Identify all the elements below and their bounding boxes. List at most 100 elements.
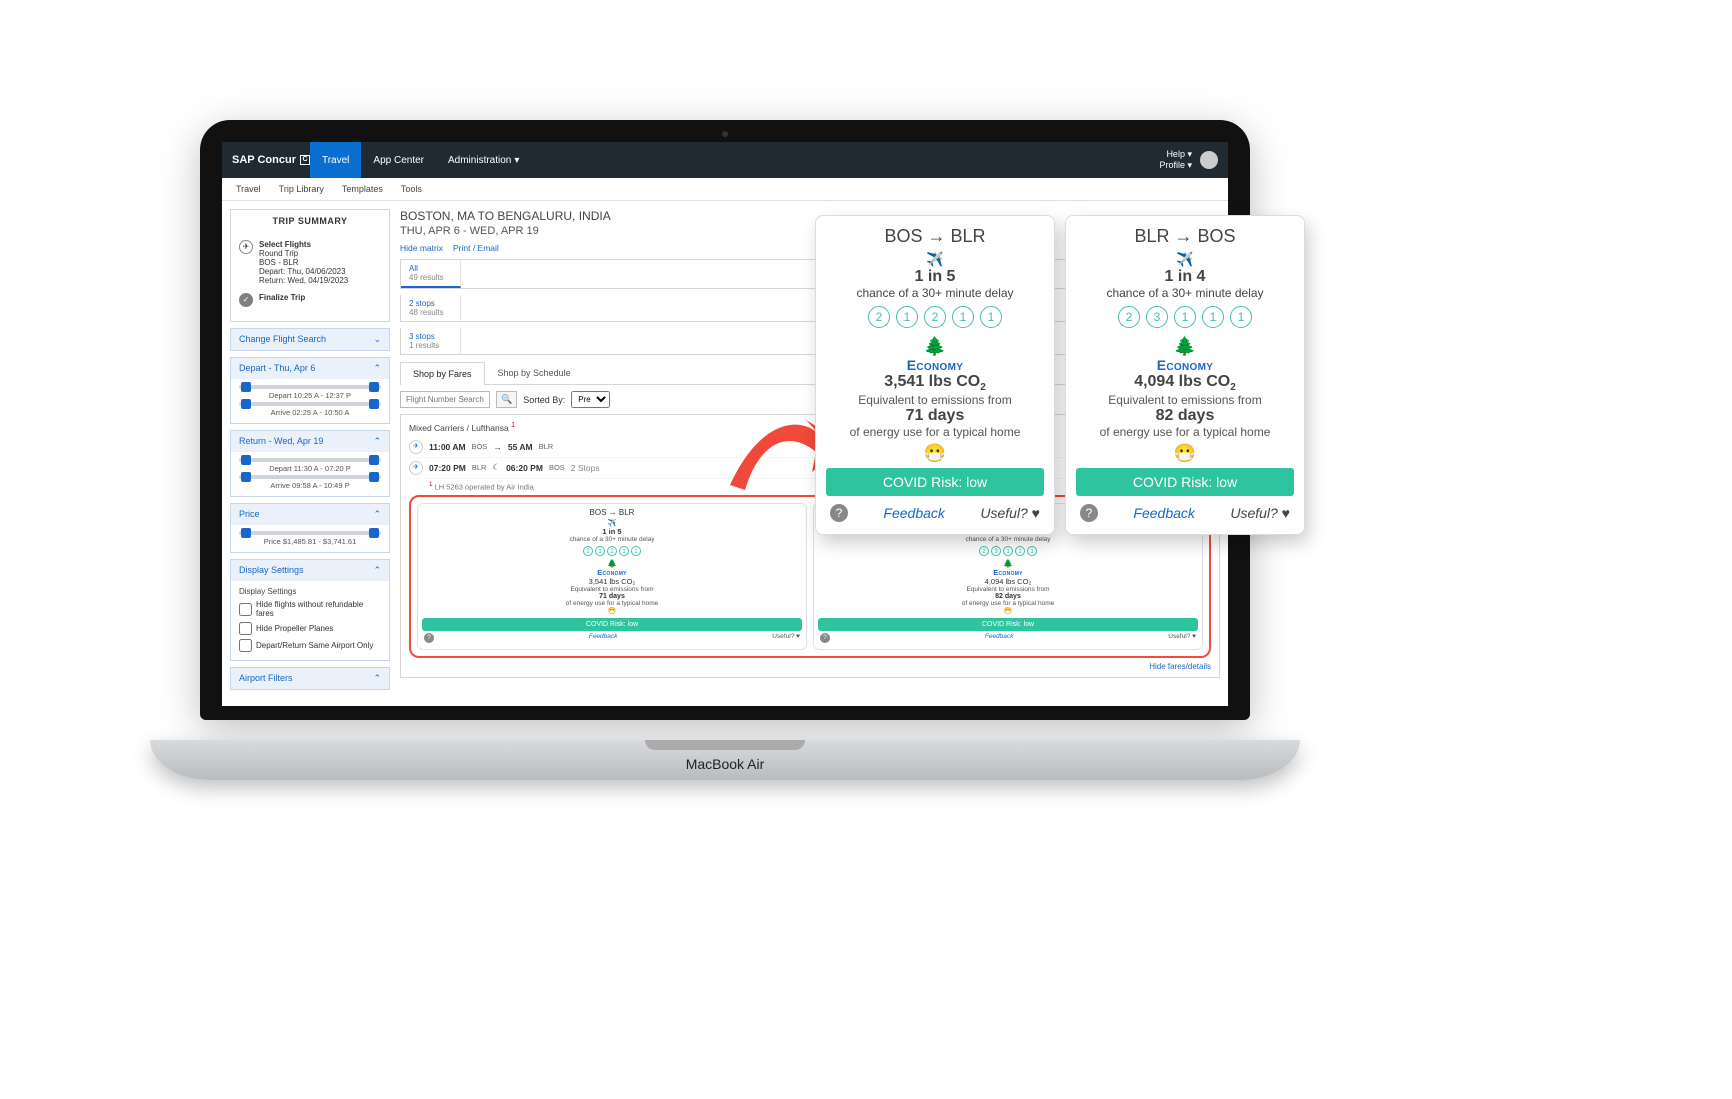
chevron-up-icon: ⌃ xyxy=(373,509,381,520)
sub-nav: Travel Trip Library Templates Tools xyxy=(222,178,1228,201)
laptop-base: MacBook Air xyxy=(150,740,1300,780)
brand-mark-icon: C xyxy=(300,155,310,165)
search-icon[interactable]: 🔍 xyxy=(496,391,517,408)
matrix-3stops[interactable]: 3 stops 1 results xyxy=(401,328,461,354)
mask-emoji-icon: 😷 xyxy=(826,443,1044,464)
tree-icon: 🌲 xyxy=(1076,336,1294,357)
matrix-all[interactable]: All 49 results xyxy=(401,260,461,288)
nav-appcenter[interactable]: App Center xyxy=(361,142,436,178)
price-filter: Price ⌃ Price $1,485.81 - $3,741.61 xyxy=(230,503,390,553)
price-slider[interactable] xyxy=(239,531,381,535)
risk-dots: 2 1 2 1 1 xyxy=(422,546,802,556)
chevron-up-icon: ⌃ xyxy=(373,436,381,447)
tab-shop-fares[interactable]: Shop by Fares xyxy=(400,362,485,385)
nav-travel[interactable]: Travel xyxy=(310,142,361,178)
depart-filter-head[interactable]: Depart - Thu, Apr 6 ⌃ xyxy=(231,358,389,379)
tree-icon: 🌲 xyxy=(422,559,802,568)
display-settings-head[interactable]: Display Settings ⌃ xyxy=(231,560,389,581)
subnav-templates[interactable]: Templates xyxy=(342,184,383,194)
depart-slider-1[interactable] xyxy=(239,385,381,389)
laptop-model-label: MacBook Air xyxy=(686,756,765,772)
subnav-triplib[interactable]: Trip Library xyxy=(279,184,324,194)
help-icon[interactable]: ? xyxy=(424,633,434,643)
return-filter-head[interactable]: Return - Wed, Apr 19 ⌃ xyxy=(231,431,389,452)
callout-card-blr-bos: BLR → BOS ✈️ 1 in 4 chance of a 30+ minu… xyxy=(1065,215,1305,535)
opt-hide-nonrefund[interactable]: Hide flights without refundable fares xyxy=(239,598,381,620)
callout-card-bos-blr: BOS → BLR ✈️ 1 in 5 chance of a 30+ minu… xyxy=(815,215,1055,535)
tab-shop-schedule[interactable]: Shop by Schedule xyxy=(485,361,584,384)
help-icon[interactable]: ? xyxy=(1080,504,1098,522)
depart-slider-2[interactable] xyxy=(239,402,381,406)
header-right: Help ▾ Profile ▾ xyxy=(1159,149,1218,171)
plane-icon: ✈ xyxy=(239,240,253,254)
opt-same-airport[interactable]: Depart/Return Same Airport Only xyxy=(239,637,381,654)
brand-text: SAP Concur xyxy=(232,154,296,166)
covid-badge: COVID Risk: low xyxy=(422,618,802,631)
help-icon[interactable]: ? xyxy=(820,633,830,643)
covid-badge: COVID Risk: low xyxy=(1076,468,1294,496)
subnav-travel[interactable]: Travel xyxy=(236,184,261,194)
chevron-up-icon: ⌃ xyxy=(373,673,381,684)
plane-icon: ✈️ xyxy=(826,251,1044,268)
feedback-link[interactable]: Feedback xyxy=(985,633,1014,643)
laptop-hinge-notch xyxy=(645,740,805,750)
overnight-icon: ☾ xyxy=(492,462,500,473)
left-column: TRIP SUMMARY ✈ Select Flights Round Trip… xyxy=(230,209,390,690)
caret-down-icon: ▾ xyxy=(1187,149,1192,159)
airline-icon: ✈ xyxy=(409,461,423,475)
matrix-2stops[interactable]: 2 stops 48 results xyxy=(401,295,461,321)
chevron-up-icon: ⌃ xyxy=(373,565,381,576)
chevron-down-icon: ⌄ xyxy=(373,334,381,345)
tree-icon: 🌲 xyxy=(826,336,1044,357)
feedback-link[interactable]: Feedback xyxy=(883,505,944,521)
co2-value: 3,541 lbs CO2 xyxy=(826,373,1044,393)
co2-value: 4,094 lbs CO2 xyxy=(1076,373,1294,393)
check-icon: ✓ xyxy=(239,293,253,307)
return-slider-2[interactable] xyxy=(239,475,381,479)
subnav-tools[interactable]: Tools xyxy=(401,184,422,194)
plane-icon: ✈️ xyxy=(1076,251,1294,268)
help-link[interactable]: Help ▾ xyxy=(1159,149,1192,160)
price-filter-head[interactable]: Price ⌃ xyxy=(231,504,389,525)
brand-logo[interactable]: SAP Concur C xyxy=(232,154,310,166)
profile-link[interactable]: Profile ▾ xyxy=(1159,160,1192,171)
step-select-flights: ✈ Select Flights Round Trip BOS - BLR De… xyxy=(239,236,381,289)
step-finalize: ✓ Finalize Trip xyxy=(239,289,381,311)
useful-link[interactable]: Useful? ♥ xyxy=(1168,633,1196,643)
airport-filters[interactable]: Airport Filters ⌃ xyxy=(230,667,390,690)
caret-down-icon: ▾ xyxy=(1187,160,1192,170)
covid-badge: COVID Risk: low xyxy=(818,618,1198,631)
flight-number-search[interactable] xyxy=(400,391,490,408)
change-flight-search[interactable]: Change Flight Search ⌄ xyxy=(230,328,390,351)
sorted-by-label: Sorted By: xyxy=(523,395,565,405)
help-icon[interactable]: ? xyxy=(830,504,848,522)
sort-select[interactable]: Pre xyxy=(571,391,610,408)
trip-summary-title: TRIP SUMMARY xyxy=(231,210,389,232)
feedback-link[interactable]: Feedback xyxy=(589,633,618,643)
laptop-camera xyxy=(722,131,728,137)
chevron-up-icon: ⌃ xyxy=(373,363,381,374)
fare-mini-bos-blr: BOS → BLR ✈️ 1 in 5 chance of a 30+ minu… xyxy=(417,503,807,650)
risk-dots: 2 3 1 1 1 xyxy=(818,546,1198,556)
trip-summary-panel: TRIP SUMMARY ✈ Select Flights Round Trip… xyxy=(230,209,390,322)
return-filter: Return - Wed, Apr 19 ⌃ Depart 11:30 A - … xyxy=(230,430,390,497)
hide-matrix-link[interactable]: Hide matrix xyxy=(400,243,443,253)
useful-link[interactable]: Useful? ♥ xyxy=(980,505,1040,521)
display-settings: Display Settings ⌃ Display Settings Hide… xyxy=(230,559,390,661)
mask-emoji-icon: 😷 xyxy=(1076,443,1294,464)
risk-dots: 2 3 1 1 1 xyxy=(1076,306,1294,328)
caret-down-icon: ▾ xyxy=(514,155,519,166)
tree-icon: 🌲 xyxy=(818,559,1198,568)
opt-hide-propeller[interactable]: Hide Propeller Planes xyxy=(239,620,381,637)
print-email-link[interactable]: Print / Email xyxy=(453,243,499,253)
useful-link[interactable]: Useful? ♥ xyxy=(1230,505,1290,521)
depart-filter: Depart - Thu, Apr 6 ⌃ Depart 10:25 A - 1… xyxy=(230,357,390,424)
avatar[interactable] xyxy=(1200,151,1218,169)
covid-badge: COVID Risk: low xyxy=(826,468,1044,496)
airline-icon: ✈ xyxy=(409,440,423,454)
useful-link[interactable]: Useful? ♥ xyxy=(772,633,800,643)
nav-administration[interactable]: Administration ▾ xyxy=(436,142,531,178)
return-slider-1[interactable] xyxy=(239,458,381,462)
hide-fares-link[interactable]: Hide fares/details xyxy=(409,658,1211,671)
feedback-link[interactable]: Feedback xyxy=(1133,505,1194,521)
